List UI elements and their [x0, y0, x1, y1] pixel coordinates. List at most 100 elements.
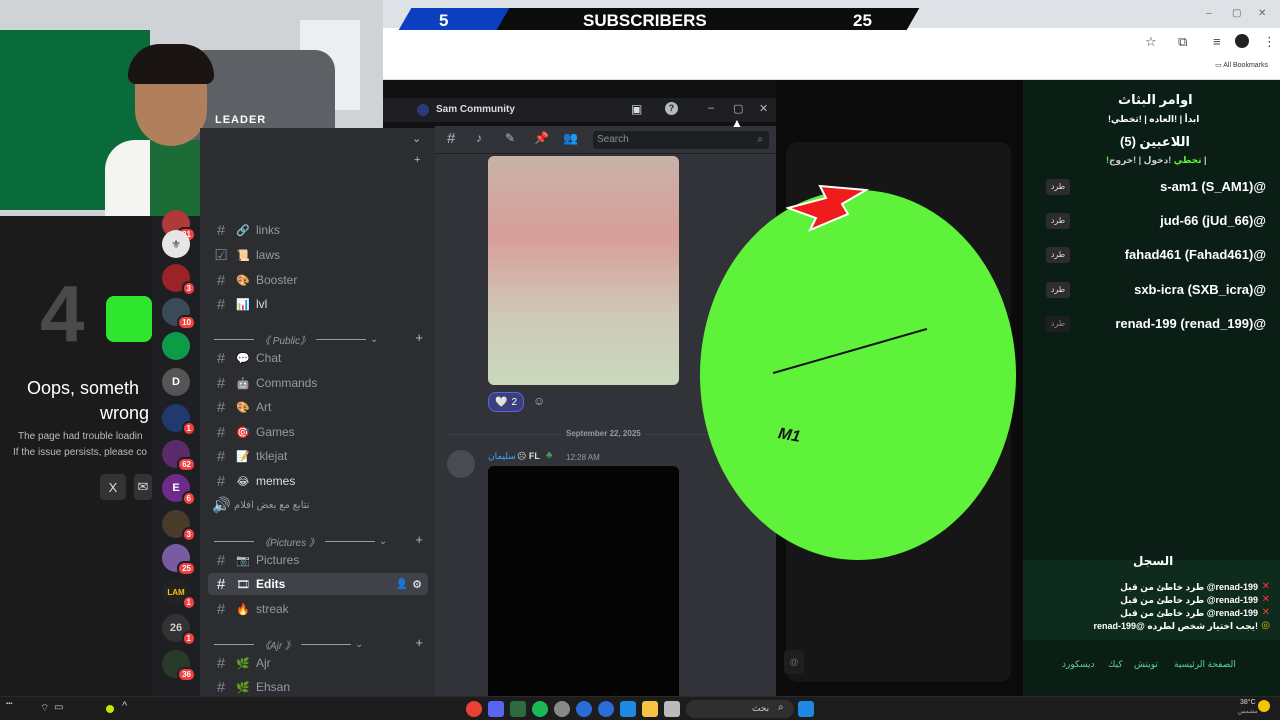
server-icon[interactable]: 62 [162, 440, 196, 472]
channel-laws[interactable]: ☑ 📜 laws [208, 244, 428, 266]
threads-icon[interactable]: # [447, 130, 455, 147]
discord-taskbar-icon[interactable] [488, 701, 504, 717]
display-icon[interactable]: ▭ [54, 702, 63, 713]
channel-commands[interactable]: # 🤖 Commands [208, 372, 428, 394]
spotify-icon[interactable] [532, 701, 548, 717]
streamer-hair [128, 44, 214, 84]
channel-booster[interactable]: # 🎨 Booster [208, 269, 428, 291]
commands-title: اوامر البثاث [1118, 92, 1193, 107]
server-icon[interactable]: N [162, 332, 190, 360]
server-icon[interactable]: E6 [162, 474, 196, 506]
maximize-icon[interactable]: ▢ [1232, 8, 1241, 19]
channel-ajr[interactable]: # 🌿 Ajr [208, 652, 428, 674]
channel-pictures[interactable]: # 📷 Pictures [208, 549, 428, 571]
image-attachment[interactable] [488, 156, 679, 385]
channel-links[interactable]: # 🔗 links [208, 219, 428, 241]
channel-emoji: 😂 [236, 475, 250, 488]
footer-link-home[interactable]: الصفحة الرئيسية [1174, 659, 1236, 670]
avatar[interactable] [447, 450, 475, 478]
windows-start-icon[interactable] [798, 701, 814, 717]
add-channel-icon[interactable]: + [415, 635, 423, 650]
chrome-icon[interactable] [466, 701, 482, 717]
server-icon[interactable]: LAM 1 [162, 578, 196, 610]
app-taskbar-icon[interactable] [554, 701, 570, 717]
extensions-icon[interactable]: ⧉ [1178, 34, 1187, 50]
channel-name: streak [256, 602, 289, 616]
footer-link-kick[interactable]: كيك [1108, 659, 1123, 670]
channel-games[interactable]: # 🎯 Games [208, 421, 428, 443]
channel-ehsan[interactable]: # 🌿 Ehsan [208, 676, 428, 698]
footer-link-discord[interactable]: ديسكورد [1062, 659, 1095, 670]
server-icon[interactable]: 25 [162, 544, 196, 576]
wifi-icon[interactable]: ⌔ [40, 702, 49, 715]
footer-link-twitch[interactable]: تويتش [1134, 659, 1158, 670]
error-title-line1: Oops, someth [27, 378, 140, 398]
message-author[interactable]: سليمان [488, 451, 516, 462]
close-icon[interactable]: ✕ [1258, 8, 1266, 19]
kebab-menu-icon[interactable]: ⋮ [1263, 34, 1276, 50]
taskbar-search-input[interactable]: بحث ⌕ [686, 700, 794, 718]
category-public[interactable]: 《 Public》 ⌄ [214, 332, 424, 347]
server-icon[interactable]: 10 [162, 298, 196, 330]
channel-name: Ajr [256, 656, 271, 670]
channel-tklejat[interactable]: # 📝 tklejat [208, 445, 428, 467]
server-icon[interactable]: 1 [162, 404, 196, 436]
add-channel-icon[interactable]: + [414, 154, 420, 166]
help-icon[interactable]: ? [665, 102, 678, 115]
window-minimize-icon[interactable]: – [708, 102, 714, 114]
heart-reaction[interactable]: 🤍 2 [488, 392, 524, 412]
channel-chat[interactable]: # 💬 Chat [208, 347, 428, 369]
screen-share-icon[interactable]: ▣ [631, 102, 642, 116]
bookmark-star-icon[interactable]: ☆ [1145, 34, 1157, 50]
category-pictures[interactable]: 《Pictures 》 ⌄ [214, 534, 424, 549]
kick-button[interactable]: طرد [1046, 316, 1070, 332]
profile-avatar[interactable] [1235, 34, 1249, 48]
app-taskbar-icon[interactable] [510, 701, 526, 717]
channel-edits[interactable]: # 🎞 Edits ⚙ 👤 [208, 573, 428, 595]
kick-button[interactable]: طرد [1046, 247, 1070, 263]
app-taskbar-icon[interactable] [664, 701, 680, 717]
search-input[interactable]: Search ⌕ [593, 131, 769, 149]
edge-icon[interactable] [576, 701, 592, 717]
chevron-down-icon[interactable]: ⌄ [412, 132, 421, 145]
window-maximize-icon[interactable]: ▢ [733, 102, 743, 115]
channel-lvl[interactable]: # 📊 lvl [208, 293, 428, 315]
pin-icon[interactable]: 📌 [534, 131, 549, 145]
window-close-icon[interactable]: ✕ [759, 102, 768, 115]
channel-art[interactable]: # 🎨 Art [208, 396, 428, 418]
file-explorer-icon[interactable] [642, 701, 658, 717]
chat-input-icon[interactable]: @ [784, 650, 804, 674]
server-badge: 6 [181, 491, 196, 506]
server-icon[interactable]: D [162, 368, 190, 396]
invite-icon[interactable]: 👤 [396, 579, 408, 590]
chevron-up-icon[interactable]: ^ [122, 700, 127, 712]
add-channel-icon[interactable]: + [415, 532, 423, 547]
media-icon[interactable]: ≡ [1213, 34, 1221, 49]
server-icon[interactable]: 3 [162, 264, 196, 296]
channel-memes[interactable]: # 😂 memes [208, 470, 428, 492]
add-channel-icon[interactable]: + [415, 330, 423, 345]
voice-channel-movies[interactable]: 🔊 نتابع مع بعض افلام [208, 494, 428, 516]
server-icon[interactable]: 3 [162, 510, 196, 542]
x-share-button[interactable]: X [100, 474, 126, 500]
video-attachment[interactable] [488, 466, 679, 696]
settings-gear-icon[interactable]: ⚙ [412, 578, 422, 591]
store-icon[interactable] [620, 701, 636, 717]
mail-button[interactable]: ✉ [134, 474, 152, 500]
kick-button[interactable]: طرد [1046, 213, 1070, 229]
bell-icon[interactable]: ♪ [476, 131, 482, 145]
add-reaction-icon[interactable]: ☺ [533, 394, 545, 408]
kick-button[interactable]: طرد [1046, 179, 1070, 195]
category-ajr[interactable]: 《Ajr 》 ⌄ [214, 637, 424, 652]
server-icon[interactable]: 26 1 [162, 614, 196, 646]
members-icon[interactable]: 👥 [563, 131, 578, 145]
channel-streak[interactable]: # 🔥 streak [208, 598, 428, 620]
all-bookmarks-link[interactable]: ▭ All Bookmarks [1215, 61, 1268, 69]
kick-button[interactable]: طرد [1046, 282, 1070, 298]
server-icon[interactable]: ⚜ [162, 230, 190, 258]
sun-icon[interactable] [1258, 700, 1270, 712]
mute-icon[interactable]: ✎ [505, 131, 515, 145]
minimize-icon[interactable]: – [1206, 8, 1212, 19]
server-icon[interactable]: 36 [162, 650, 196, 682]
app-taskbar-icon[interactable] [598, 701, 614, 717]
